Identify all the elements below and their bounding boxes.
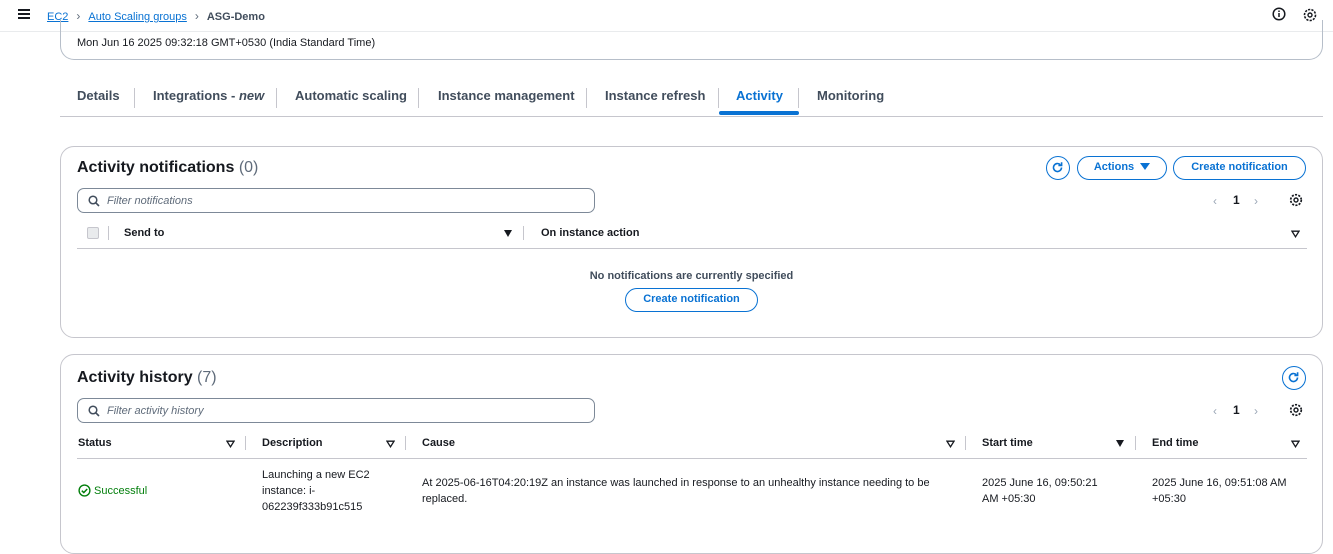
notifications-title: Activity notifications [77,159,235,176]
tab-divider [418,88,419,108]
tab-instance-management[interactable]: Instance management [438,80,575,114]
history-count: (7) [197,369,217,386]
history-pagination: ‹ 1 › [1213,403,1263,419]
notifications-pagination: ‹ 1 › [1213,193,1263,209]
tab-details[interactable]: Details [77,80,120,114]
sort-caret-icon[interactable] [1291,440,1300,448]
column-header-on-instance-action[interactable]: On instance action [541,227,639,239]
tab-divider [798,88,799,108]
select-all-checkbox[interactable] [87,227,99,239]
caret-down-icon [1140,163,1151,170]
page-number[interactable]: 1 [1233,193,1240,207]
sort-caret-icon[interactable] [946,440,955,448]
next-page-icon[interactable]: › [1254,404,1258,418]
sort-caret-icon[interactable] [1291,230,1300,238]
column-header-send-to[interactable]: Send to [124,227,164,239]
column-header-cause[interactable]: Cause [422,437,455,449]
tab-activity[interactable]: Activity [736,80,783,114]
preferences-icon[interactable] [1289,403,1303,417]
column-divider [523,226,524,240]
sort-caret-icon[interactable] [1116,440,1124,447]
tab-monitoring[interactable]: Monitoring [817,80,884,114]
history-refresh-button[interactable] [1282,366,1306,390]
table-header-divider [77,248,1307,249]
column-header-start-time[interactable]: Start time [982,437,1033,449]
tab-divider [276,88,277,108]
tab-divider [718,88,719,108]
active-tab-indicator [719,111,799,115]
history-heading: Activity history (7) [77,369,217,387]
column-header-description[interactable]: Description [262,437,323,449]
search-icon [88,195,100,207]
preferences-icon[interactable] [1289,193,1303,207]
tab-divider [134,88,135,108]
sort-caret-icon[interactable] [226,440,235,448]
row-cause: At 2025-06-16T04:20:19Z an instance was … [422,477,930,505]
details-summary-card: Mon Jun 16 2025 09:32:18 GMT+0530 (India… [60,20,1323,60]
tab-instance-refresh[interactable]: Instance refresh [605,80,705,114]
info-icon[interactable] [1272,7,1286,21]
column-divider [1135,436,1136,450]
notifications-refresh-button[interactable] [1046,156,1070,180]
actions-button[interactable]: Actions [1077,156,1167,180]
notifications-count: (0) [238,159,259,176]
history-title: Activity history [77,369,193,386]
filter-activity-history-input[interactable]: Filter activity history [77,398,595,423]
refresh-icon [1288,372,1299,383]
search-icon [88,405,100,417]
column-header-end-time[interactable]: End time [1152,437,1198,449]
notifications-heading: Activity notifications (0) [77,159,258,177]
menu-icon[interactable] [18,9,30,19]
table-header-divider [77,458,1307,459]
status-text: Successful [94,485,148,497]
create-notification-button[interactable]: Create notification [1173,156,1306,180]
row-description: Launching a new EC2 instance: i-062239f3… [262,469,370,513]
tab-automatic-scaling[interactable]: Automatic scaling [295,80,407,114]
column-divider [965,436,966,450]
empty-state-message: No notifications are currently specified [589,270,794,282]
filter-notifications-placeholder: Filter notifications [107,195,193,207]
empty-state-create-notification-button[interactable]: Create notification [625,288,758,312]
filter-notifications-input[interactable]: Filter notifications [77,188,595,213]
activity-history-panel: Activity history (7) Filter activity his… [60,354,1323,554]
page-number[interactable]: 1 [1233,403,1240,417]
column-divider [245,436,246,450]
sort-caret-icon[interactable] [504,230,512,237]
status-badge: Successful [78,484,147,497]
refresh-icon [1052,162,1063,173]
actions-label: Actions [1093,161,1135,173]
tab-divider [586,88,587,108]
date-created: Mon Jun 16 2025 09:32:18 GMT+0530 (India… [77,37,376,49]
next-page-icon[interactable]: › [1254,194,1258,208]
tab-integrations-label: Integrations - [153,88,239,103]
column-divider [405,436,406,450]
new-badge: new [238,88,265,103]
activity-notifications-panel: Activity notifications (0) Actions Creat… [60,146,1323,338]
row-end-time: 2025 June 16, 09:51:08 AM +05:30 [1152,477,1287,505]
column-header-status[interactable]: Status [78,437,112,449]
previous-page-icon[interactable]: ‹ [1213,194,1217,208]
tab-bar: Details Integrations - new Automatic sca… [60,80,1323,117]
column-divider [108,226,109,240]
tab-integrations[interactable]: Integrations - new [153,80,264,114]
success-icon [78,484,91,497]
previous-page-icon[interactable]: ‹ [1213,404,1217,418]
row-start-time: 2025 June 16, 09:50:21 AM +05:30 [982,477,1098,505]
sort-caret-icon[interactable] [386,440,395,448]
filter-activity-history-placeholder: Filter activity history [107,405,204,417]
